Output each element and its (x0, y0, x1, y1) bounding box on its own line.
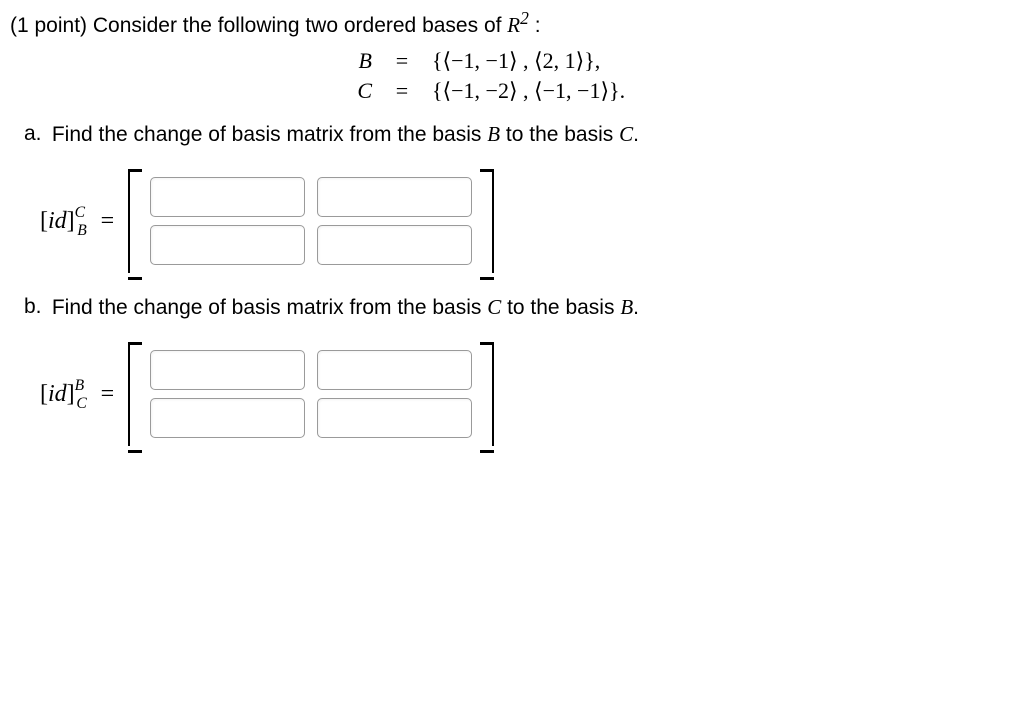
script-C: C (487, 295, 501, 319)
basis-C-label: C (312, 78, 372, 104)
basis-C-value: {⟨−1, −2⟩ , ⟨−1, −1⟩}. (432, 78, 712, 104)
bracket-open: [ (40, 381, 48, 407)
intro-text: Consider the following two ordered bases… (93, 14, 507, 37)
left-bracket-icon (124, 342, 144, 446)
problem-intro: (1 point) Consider the following two ord… (10, 8, 1014, 38)
part-a-label: a. (24, 122, 46, 146)
part-b-text-after: . (633, 296, 639, 319)
part-a-text: Find the change of basis matrix from the… (52, 123, 639, 146)
intro-colon: : (535, 14, 541, 37)
bracket-open: [ (40, 208, 48, 234)
sup-B: B (75, 377, 85, 394)
matrix-b-body (144, 342, 478, 446)
points-label: (1 point) (10, 14, 87, 37)
equals-sign: = (372, 78, 432, 104)
matrix-b-input-22[interactable] (317, 398, 472, 438)
matrix-b-line: [id]BC = (40, 342, 1014, 446)
right-bracket-icon (478, 342, 498, 446)
equals: = (95, 208, 115, 234)
id-text: id (48, 208, 67, 234)
matrix-b-lhs: [id]BC = (40, 381, 114, 408)
part-a-text-before: Find the change of basis matrix from the… (52, 123, 487, 146)
matrix-a-input-12[interactable] (317, 177, 472, 217)
basis-C-row: C = {⟨−1, −2⟩ , ⟨−1, −1⟩}. (10, 78, 1014, 104)
sub-C: C (76, 395, 86, 412)
id-text: id (48, 381, 67, 407)
script-C: C (619, 122, 633, 146)
script-B: B (620, 295, 633, 319)
bracket-close: ] (67, 208, 75, 234)
matrix-a-bracket-wrap (124, 169, 498, 273)
matrix-a-line: [id]CB = (40, 169, 1014, 273)
matrix-a-input-21[interactable] (150, 225, 305, 265)
matrix-b-input-21[interactable] (150, 398, 305, 438)
matrix-a-input-22[interactable] (317, 225, 472, 265)
sup-C: C (75, 204, 85, 221)
basis-B-value: {⟨−1, −1⟩ , ⟨2, 1⟩}, (432, 48, 712, 74)
script-B: B (487, 122, 500, 146)
part-a-text-mid: to the basis (500, 123, 619, 146)
equals: = (95, 381, 115, 407)
equals-sign: = (372, 48, 432, 74)
part-b-label: b. (24, 295, 46, 319)
part-b-text-mid: to the basis (501, 296, 620, 319)
part-b-text: Find the change of basis matrix from the… (52, 296, 639, 319)
matrix-b-bracket-wrap (124, 342, 498, 446)
right-bracket-icon (478, 169, 498, 273)
part-a-text-after: . (633, 123, 639, 146)
space-R2: R2 (507, 13, 529, 37)
matrix-b-input-11[interactable] (150, 350, 305, 390)
part-b: b. Find the change of basis matrix from … (24, 295, 1014, 320)
sub-B: B (77, 222, 87, 239)
matrix-b-input-12[interactable] (317, 350, 472, 390)
basis-B-row: B = {⟨−1, −1⟩ , ⟨2, 1⟩}, (10, 48, 1014, 74)
matrix-a-body (144, 169, 478, 273)
matrix-a-input-11[interactable] (150, 177, 305, 217)
part-b-text-before: Find the change of basis matrix from the… (52, 296, 487, 319)
basis-B-label: B (312, 48, 372, 74)
basis-definitions: B = {⟨−1, −1⟩ , ⟨2, 1⟩}, C = {⟨−1, −2⟩ ,… (10, 48, 1014, 104)
matrix-a-lhs: [id]CB = (40, 208, 114, 235)
left-bracket-icon (124, 169, 144, 273)
bracket-close: ] (67, 381, 75, 407)
part-a: a. Find the change of basis matrix from … (24, 122, 1014, 147)
